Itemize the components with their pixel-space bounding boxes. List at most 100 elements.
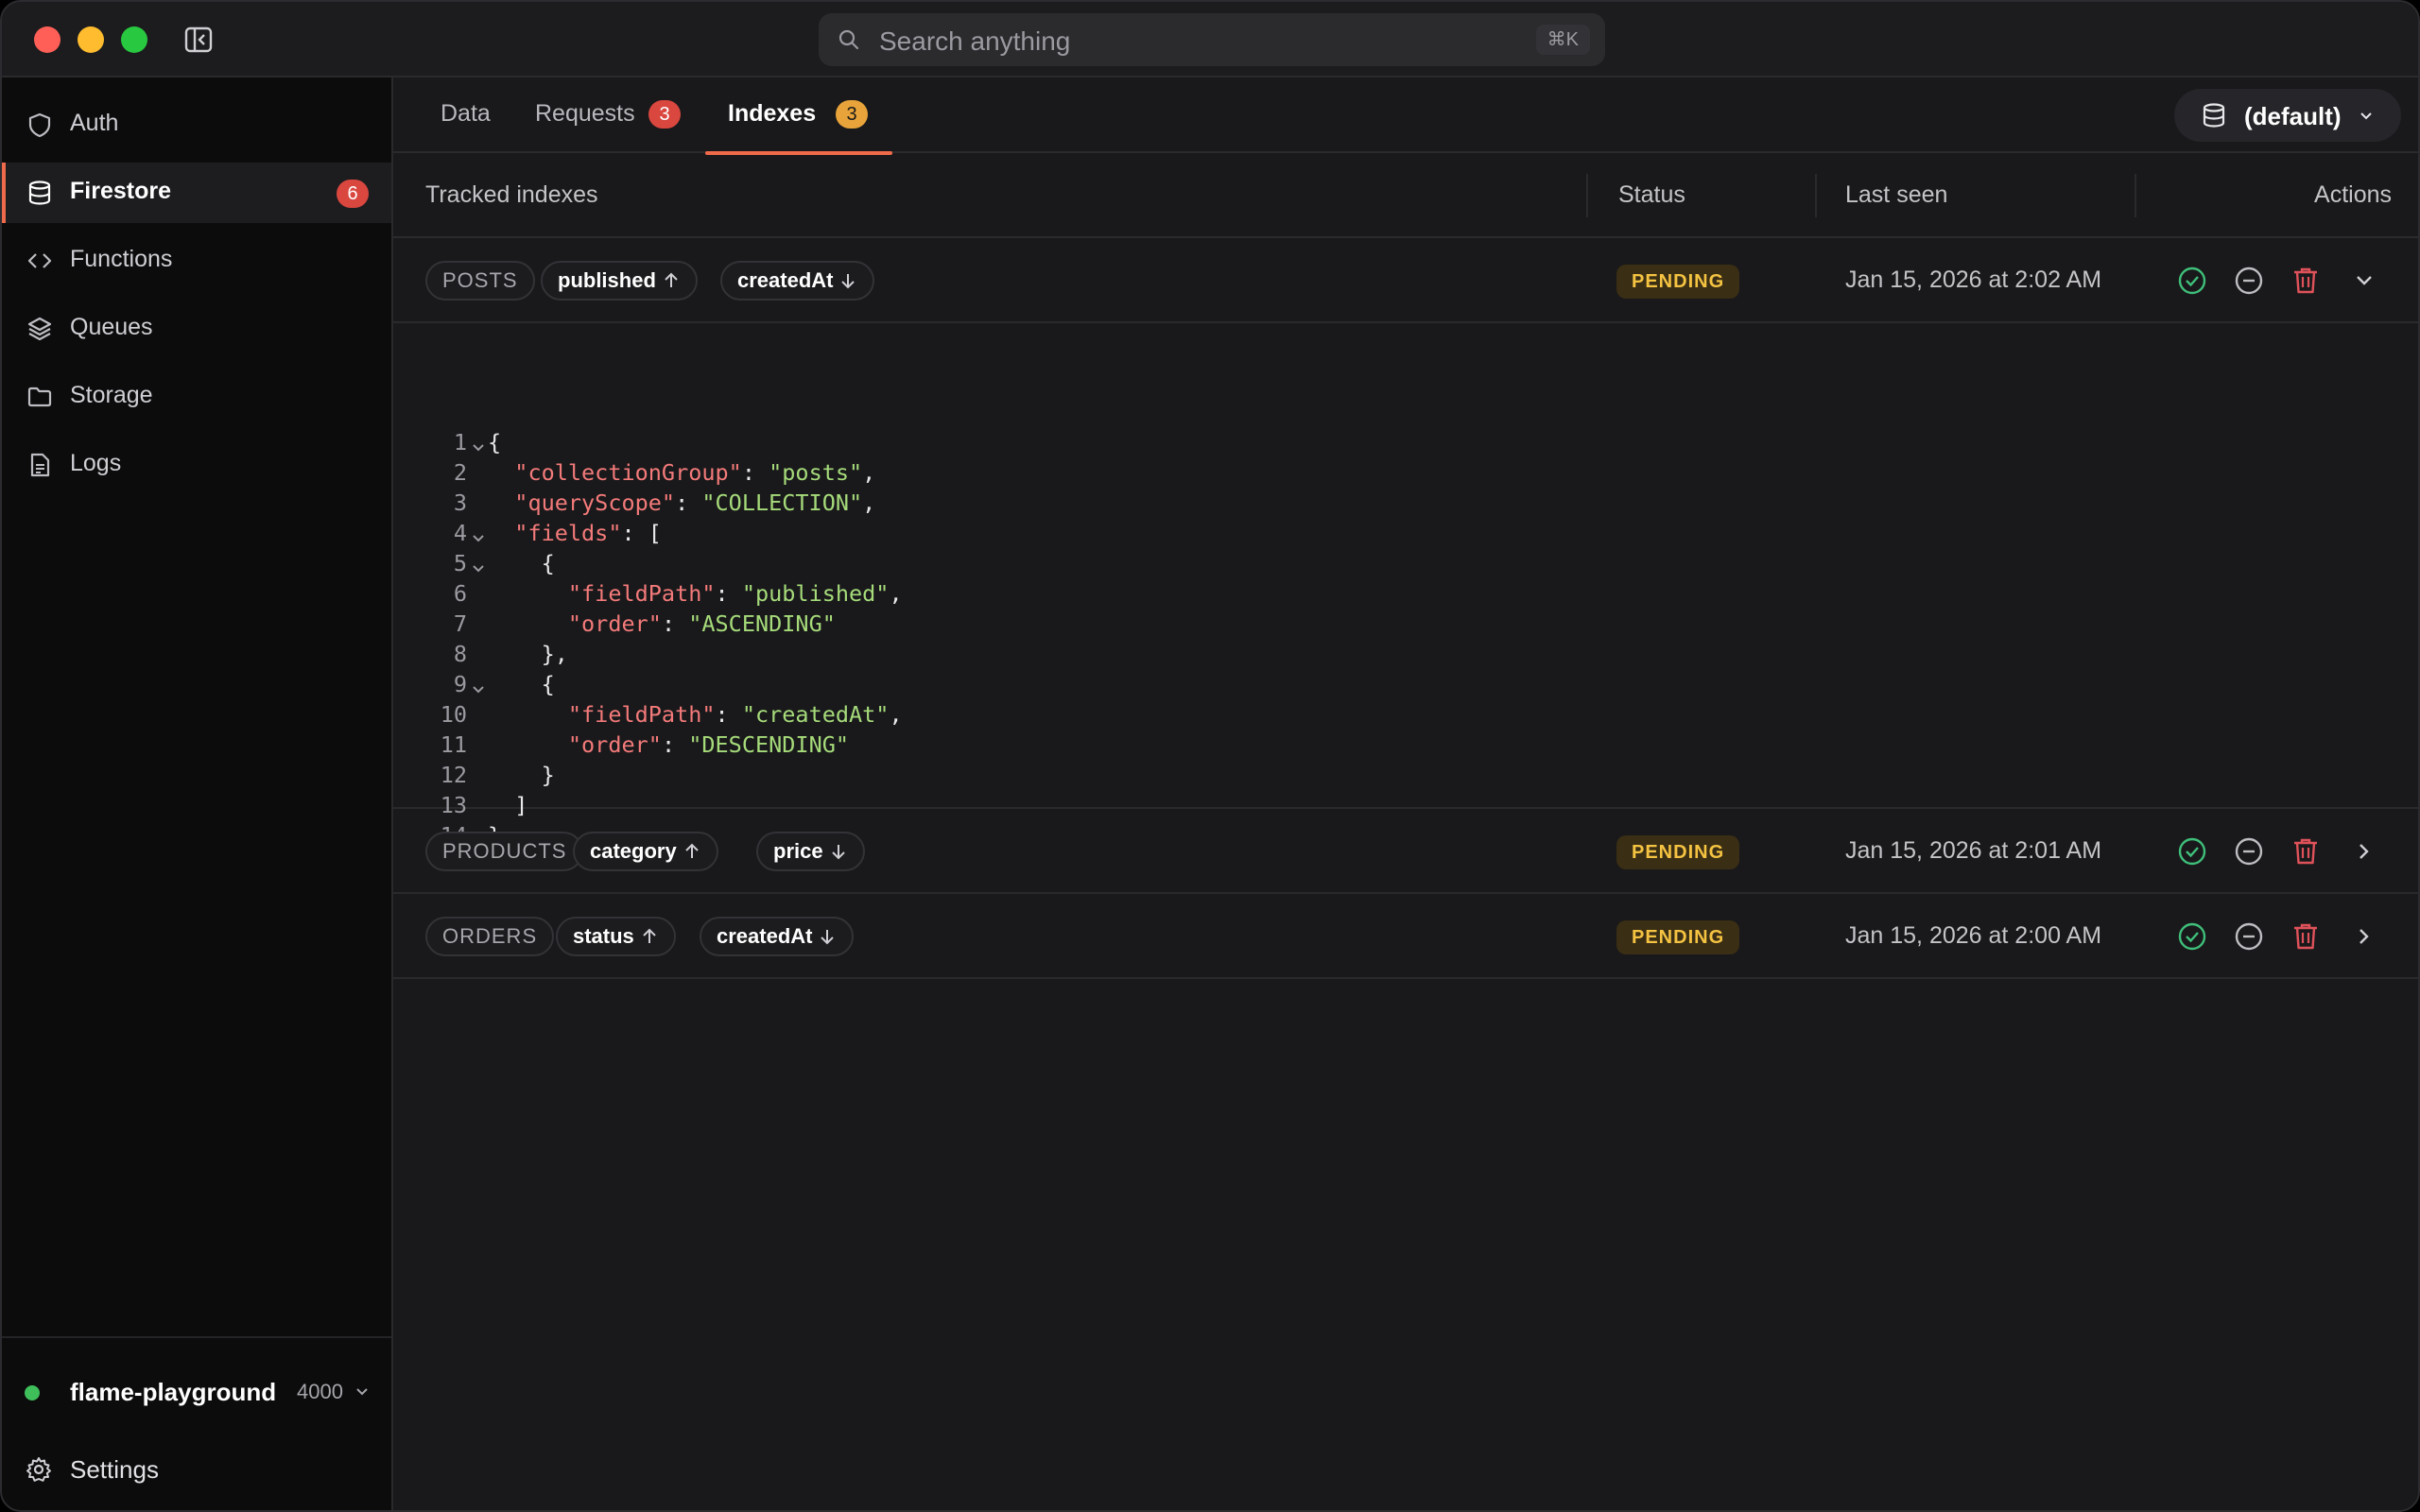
sidebar-item-label: Firestore <box>70 178 171 204</box>
field-pill: category <box>573 832 718 871</box>
project-selector[interactable]: flame-playground 4000 <box>2 1366 391 1418</box>
requests-count-badge: 3 <box>648 100 681 129</box>
approve-icon[interactable] <box>2176 835 2208 868</box>
column-divider <box>1815 174 1817 217</box>
code-line: 10 "fieldPath": "createdAt", <box>440 701 903 728</box>
tab-label: Indexes <box>728 100 817 127</box>
sidebar-toggle-icon[interactable] <box>183 25 214 55</box>
header-last-seen: Last seen <box>1845 181 1948 208</box>
code-line: 1{ <box>453 429 502 455</box>
collection-pill: ORDERS <box>425 917 555 956</box>
tab-data[interactable]: Data <box>441 77 497 153</box>
status-badge: PENDING <box>1616 835 1740 869</box>
collection-pill: PRODUCTS <box>425 832 584 871</box>
ignore-icon[interactable] <box>2233 920 2265 953</box>
sidebar-item-auth[interactable]: Auth <box>2 94 391 155</box>
sidebar-item-label: Queues <box>70 314 153 340</box>
database-icon <box>26 180 53 206</box>
ignore-icon[interactable] <box>2233 265 2265 297</box>
tab-bar: Data Requests 3 Indexes 3 (default) <box>393 77 2418 155</box>
status-badge: PENDING <box>1616 265 1740 299</box>
ignore-icon[interactable] <box>2233 835 2265 868</box>
tab-label: Requests <box>535 100 635 127</box>
code-line: 9 { <box>453 671 555 697</box>
project-name: flame-playground <box>70 1378 277 1406</box>
table-row[interactable]: ORDERS status createdAt PENDING Jan 15, … <box>393 894 2418 979</box>
fold-chevron-icon <box>471 524 486 542</box>
index-json-viewer[interactable]: 1{ 2 "collectionGroup": "posts", 3 "quer… <box>393 323 2418 849</box>
table-row[interactable]: PRODUCTS category price PENDING Jan 15, … <box>393 809 2418 894</box>
code-line: 7 "order": "ASCENDING" <box>453 610 836 637</box>
status-badge: PENDING <box>1616 920 1740 954</box>
minimize-window-button[interactable] <box>78 26 104 53</box>
sidebar-item-label: Auth <box>70 110 119 136</box>
arrow-down-icon <box>841 274 856 289</box>
last-seen-value: Jan 15, 2026 at 2:02 AM <box>1845 266 2102 293</box>
sidebar-item-functions[interactable]: Functions <box>2 231 391 291</box>
database-selector[interactable]: (default) <box>2174 89 2401 142</box>
field-pill: createdAt <box>720 261 875 301</box>
sidebar: Auth Firestore 6 Functions Queues Storag… <box>2 77 393 1510</box>
title-bar: Search anything ⌘K <box>2 2 2418 77</box>
header-tracked-indexes: Tracked indexes <box>425 181 598 208</box>
chevron-right-icon[interactable] <box>2348 835 2380 868</box>
sidebar-item-label: Functions <box>70 246 173 272</box>
search-bar[interactable]: Search anything ⌘K <box>819 13 1605 66</box>
arrow-up-icon <box>685 843 699 858</box>
arrow-down-icon <box>831 845 845 860</box>
fold-chevron-icon <box>471 433 486 452</box>
tab-label: Data <box>441 100 491 127</box>
code-line: 11 "order": "DESCENDING" <box>440 731 850 758</box>
collection-pill: POSTS <box>425 261 535 301</box>
code-line: 6 "fieldPath": "published", <box>453 580 903 607</box>
app-window: Search anything ⌘K Auth Firestore 6 Func… <box>0 0 2420 1512</box>
code-line: 8 }, <box>453 641 568 667</box>
tab-indexes[interactable]: Indexes 3 <box>705 77 892 155</box>
arrow-up-icon <box>643 928 656 943</box>
code-line: 2 "collectionGroup": "posts", <box>453 459 876 486</box>
sidebar-footer: flame-playground 4000 Settings <box>2 1336 391 1510</box>
last-seen-value: Jan 15, 2026 at 2:01 AM <box>1845 837 2102 864</box>
close-window-button[interactable] <box>34 26 60 53</box>
tab-requests[interactable]: Requests 3 <box>535 77 686 153</box>
approve-icon[interactable] <box>2176 920 2208 953</box>
approve-icon[interactable] <box>2176 265 2208 297</box>
code-line: 12 } <box>440 762 555 788</box>
sidebar-item-logs[interactable]: Logs <box>2 435 391 495</box>
maximize-window-button[interactable] <box>121 26 147 53</box>
column-divider <box>1586 174 1588 217</box>
main-panel: Data Requests 3 Indexes 3 (default) Trac… <box>393 77 2418 1510</box>
chevron-down-icon[interactable] <box>2348 265 2380 297</box>
trash-icon[interactable] <box>2290 265 2322 297</box>
field-pill: price <box>756 832 865 871</box>
sidebar-item-firestore[interactable]: Firestore 6 <box>2 163 391 223</box>
firestore-count-badge: 6 <box>337 180 369 208</box>
trash-icon[interactable] <box>2290 835 2322 868</box>
arrow-down-icon <box>821 930 835 945</box>
gear-icon <box>25 1455 53 1484</box>
indexes-count-badge: 3 <box>836 100 868 129</box>
trash-icon[interactable] <box>2290 920 2322 953</box>
table-row[interactable]: POSTS published createdAt PENDING Jan 15… <box>393 238 2418 323</box>
chevron-right-icon[interactable] <box>2348 920 2380 953</box>
database-icon <box>2201 102 2227 129</box>
code-icon <box>26 248 53 274</box>
project-port: 4000 <box>297 1380 343 1403</box>
project-status-dot <box>25 1385 40 1400</box>
database-label: (default) <box>2244 102 2342 130</box>
field-pill: status <box>556 917 676 956</box>
sidebar-item-storage[interactable]: Storage <box>2 367 391 427</box>
search-shortcut-badge: ⌘K <box>1535 25 1590 55</box>
fold-chevron-icon <box>471 675 486 694</box>
layers-icon <box>26 316 53 342</box>
table-header: Tracked indexes Status Last seen Actions <box>393 153 2418 238</box>
document-icon <box>26 452 53 478</box>
arrow-up-icon <box>665 272 678 287</box>
code-line: 4 "fields": [ <box>453 520 662 546</box>
settings-label: Settings <box>70 1455 159 1484</box>
chevron-down-icon <box>2358 108 2375 125</box>
code-line: 3 "queryScope": "COLLECTION", <box>453 490 876 516</box>
settings-button[interactable]: Settings <box>2 1442 391 1495</box>
sidebar-item-queues[interactable]: Queues <box>2 299 391 359</box>
sidebar-item-label: Logs <box>70 450 122 476</box>
